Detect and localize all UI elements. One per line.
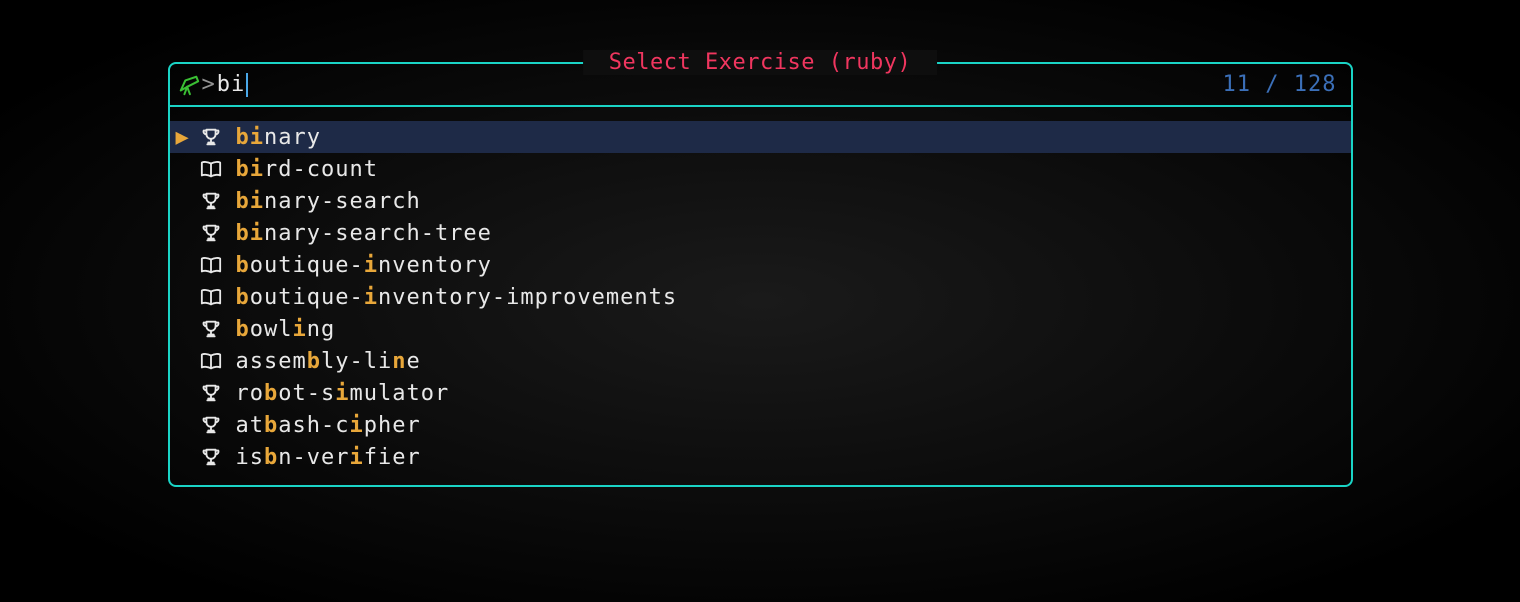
list-item-label: bowling [236, 317, 336, 342]
list-item-label: atbash-cipher [236, 413, 421, 438]
book-icon [200, 286, 236, 308]
list-item[interactable]: bowling [170, 313, 1351, 345]
book-icon [200, 158, 236, 180]
results-list: ▶ binary bird-count binary-search binary-sea… [170, 107, 1351, 485]
list-item[interactable]: binary-search-tree [170, 217, 1351, 249]
fuzzy-picker: Select Exercise (ruby) > bi 11 / 128 ▶bi… [168, 62, 1353, 487]
prompt-caret: > [202, 72, 215, 97]
trophy-icon [200, 318, 236, 340]
list-item[interactable]: atbash-cipher [170, 409, 1351, 441]
list-item[interactable]: ▶ binary [170, 121, 1351, 153]
list-item[interactable]: binary-search [170, 185, 1351, 217]
list-item-label: assembly-line [236, 349, 421, 374]
trophy-icon [200, 382, 236, 404]
trophy-icon [200, 222, 236, 244]
trophy-icon [200, 414, 236, 436]
result-counter: 11 / 128 [1223, 72, 1337, 97]
list-item-label: robot-simulator [236, 381, 450, 406]
book-icon [200, 350, 236, 372]
list-item-label: binary [236, 125, 321, 150]
telescope-icon [178, 74, 200, 96]
list-item[interactable]: assembly-line [170, 345, 1351, 377]
list-item[interactable]: boutique-inventory [170, 249, 1351, 281]
selection-pointer-icon: ▶ [176, 125, 200, 150]
text-cursor [246, 73, 248, 97]
search-input[interactable]: bi [217, 72, 246, 97]
list-item[interactable]: isbn-verifier [170, 441, 1351, 473]
list-item-label: boutique-inventory [236, 253, 492, 278]
book-icon [200, 254, 236, 276]
list-item-label: boutique-inventory-improvements [236, 285, 678, 310]
picker-title: Select Exercise (ruby) [583, 50, 937, 75]
trophy-icon [200, 190, 236, 212]
trophy-icon [200, 446, 236, 468]
list-item[interactable]: robot-simulator [170, 377, 1351, 409]
list-item-label: binary-search [236, 189, 421, 214]
trophy-icon [200, 126, 236, 148]
list-item-label: binary-search-tree [236, 221, 492, 246]
list-item[interactable]: bird-count [170, 153, 1351, 185]
list-item-label: bird-count [236, 157, 378, 182]
list-item-label: isbn-verifier [236, 445, 421, 470]
list-item[interactable]: boutique-inventory-improvements [170, 281, 1351, 313]
